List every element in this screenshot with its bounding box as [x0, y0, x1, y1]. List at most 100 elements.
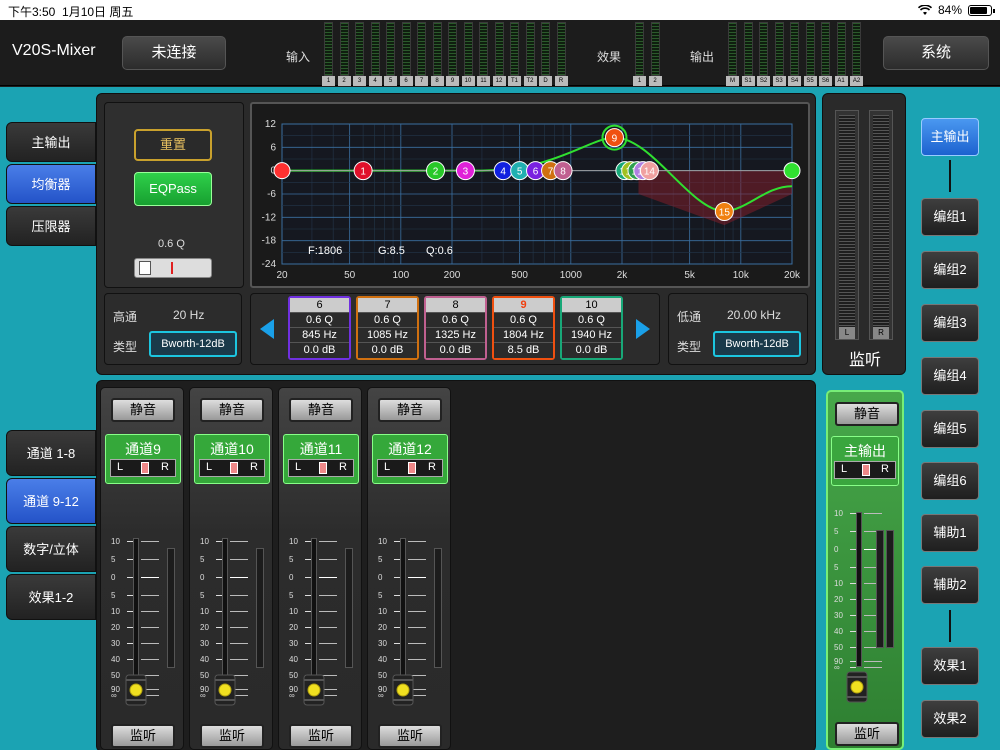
bus-button[interactable]: 编组4: [921, 357, 979, 395]
tab-equalizer[interactable]: 均衡器: [6, 164, 96, 204]
lowpass-type-select[interactable]: Bworth-12dB: [713, 331, 801, 357]
lowpass-freq[interactable]: 20.00 kHz: [727, 308, 781, 322]
band-q[interactable]: 0.6 Q: [358, 313, 417, 328]
level-meter-label: M: [726, 76, 739, 86]
eqpass-button[interactable]: EQPass: [134, 172, 212, 206]
lowpass-node[interactable]: [783, 162, 801, 180]
eq-node[interactable]: 8: [553, 161, 573, 181]
fader-knob[interactable]: [121, 673, 151, 707]
tab-compressor[interactable]: 压限器: [6, 206, 96, 246]
band-q[interactable]: 0.6 Q: [562, 313, 621, 328]
band-gain[interactable]: 8.5 dB: [494, 343, 553, 358]
fader-track[interactable]: [400, 538, 406, 690]
eq-node[interactable]: 2: [426, 161, 446, 181]
pan-control[interactable]: LR: [110, 459, 176, 477]
bus-button[interactable]: 主输出: [921, 118, 979, 156]
tab-channels-9-12[interactable]: 通道 9-12: [6, 478, 96, 524]
band-card[interactable]: 6 0.6 Q 845 Hz 0.0 dB: [288, 296, 351, 360]
master-pan[interactable]: LR: [834, 461, 896, 479]
bus-button[interactable]: 效果2: [921, 700, 979, 738]
pan-thumb[interactable]: [141, 462, 149, 474]
monitor-button[interactable]: 监听: [378, 724, 442, 748]
connect-button[interactable]: 未连接: [122, 36, 226, 70]
master-mute-button[interactable]: 静音: [835, 402, 899, 426]
mute-button[interactable]: 静音: [200, 398, 264, 422]
highpass-freq[interactable]: 20 Hz: [173, 308, 204, 322]
band-freq[interactable]: 1085 Hz: [358, 328, 417, 343]
fader-knob[interactable]: [388, 673, 418, 707]
monitor-button[interactable]: 监听: [111, 724, 175, 748]
system-button[interactable]: 系统: [883, 36, 989, 70]
fader-knob[interactable]: [299, 673, 329, 707]
bus-button[interactable]: 编组2: [921, 251, 979, 289]
mute-button[interactable]: 静音: [111, 398, 175, 422]
band-freq[interactable]: 845 Hz: [290, 328, 349, 343]
tab-digital-stereo[interactable]: 数字/立体: [6, 526, 96, 572]
pan-thumb[interactable]: [319, 462, 327, 474]
eq-graph[interactable]: 12 6 0 -6 -12 -18 -24 20 50 100 200 500 1000 2k 5k 10k 2…: [250, 102, 810, 288]
band-gain[interactable]: 0.0 dB: [562, 343, 621, 358]
highpass-node[interactable]: [273, 162, 291, 180]
fader-scale-label: 5: [834, 527, 839, 536]
highpass-type-select[interactable]: Bworth-12dB: [149, 331, 237, 357]
chevron-left-icon[interactable]: [260, 319, 274, 339]
band-freq[interactable]: 1325 Hz: [426, 328, 485, 343]
tab-effects-1-2[interactable]: 效果1-2: [6, 574, 96, 620]
band-gain[interactable]: 0.0 dB: [290, 343, 349, 358]
mute-button[interactable]: 静音: [378, 398, 442, 422]
eq-node[interactable]: 1: [353, 161, 373, 181]
band-card[interactable]: 9 0.6 Q 1804 Hz 8.5 dB: [492, 296, 555, 360]
chevron-right-icon[interactable]: [636, 319, 650, 339]
level-meter-label: S2: [757, 76, 770, 86]
eq-node[interactable]: 3: [455, 161, 475, 181]
pan-control[interactable]: LR: [199, 459, 265, 477]
pan-thumb[interactable]: [408, 462, 416, 474]
band-card[interactable]: 10 0.6 Q 1940 Hz 0.0 dB: [560, 296, 623, 360]
bus-button[interactable]: 编组3: [921, 304, 979, 342]
eq-curve-plot[interactable]: 1260-6-12-18-2420 50 100 200 500 1000 2k 5k 10k 2…: [252, 104, 808, 286]
wifi-icon: [917, 4, 932, 15]
pan-thumb[interactable]: [230, 462, 238, 474]
band-q[interactable]: 0.6 Q: [290, 313, 349, 328]
band-q[interactable]: 0.6 Q: [426, 313, 485, 328]
band-freq[interactable]: 1804 Hz: [494, 328, 553, 343]
fader-scale-label: ∞: [378, 691, 384, 700]
fader-knob[interactable]: [210, 673, 240, 707]
fader-track[interactable]: [311, 538, 317, 690]
band-freq[interactable]: 1940 Hz: [562, 328, 621, 343]
band-q[interactable]: 0.6 Q: [494, 313, 553, 328]
lowpass-panel: 低通 20.00 kHz 类型 Bworth-12dB: [668, 293, 808, 365]
fader-knob[interactable]: [842, 670, 872, 704]
fader-track[interactable]: [133, 538, 139, 690]
eq-node[interactable]: 4: [493, 161, 513, 181]
monitor-button[interactable]: 监听: [200, 724, 264, 748]
eq-node[interactable]: 15: [714, 202, 734, 221]
pan-control[interactable]: LR: [377, 459, 443, 477]
tab-channels-1-8[interactable]: 通道 1-8: [6, 430, 96, 476]
mute-button[interactable]: 静音: [289, 398, 353, 422]
master-fader-track[interactable]: [856, 512, 862, 667]
tab-main-output[interactable]: 主输出: [6, 122, 96, 162]
fader-track[interactable]: [222, 538, 228, 690]
bus-button[interactable]: 编组1: [921, 198, 979, 236]
band-gain[interactable]: 0.0 dB: [358, 343, 417, 358]
monitor-button[interactable]: 监听: [289, 724, 353, 748]
monitor-meter-left: L: [835, 110, 859, 340]
bus-button[interactable]: 效果1: [921, 647, 979, 685]
q-slider-thumb[interactable]: [139, 261, 151, 275]
output-meters: M S1 S2 S3 S4 S5 S6 A1 A2: [726, 20, 866, 86]
band-card[interactable]: 8 0.6 Q 1325 Hz 0.0 dB: [424, 296, 487, 360]
master-monitor-button[interactable]: 监听: [835, 722, 899, 746]
reset-button[interactable]: 重置: [134, 129, 212, 161]
eq-node[interactable]: 14: [639, 161, 659, 181]
band-card[interactable]: 7 0.6 Q 1085 Hz 0.0 dB: [356, 296, 419, 360]
pan-control[interactable]: LR: [288, 459, 354, 477]
bus-button[interactable]: 编组5: [921, 410, 979, 448]
q-slider[interactable]: [134, 258, 212, 278]
bus-button[interactable]: 辅助2: [921, 566, 979, 604]
bus-button[interactable]: 编组6: [921, 462, 979, 500]
bus-button[interactable]: 辅助1: [921, 514, 979, 552]
eq-node[interactable]: 5: [510, 161, 530, 181]
band-gain[interactable]: 0.0 dB: [426, 343, 485, 358]
eq-node[interactable]: 9: [601, 124, 628, 151]
